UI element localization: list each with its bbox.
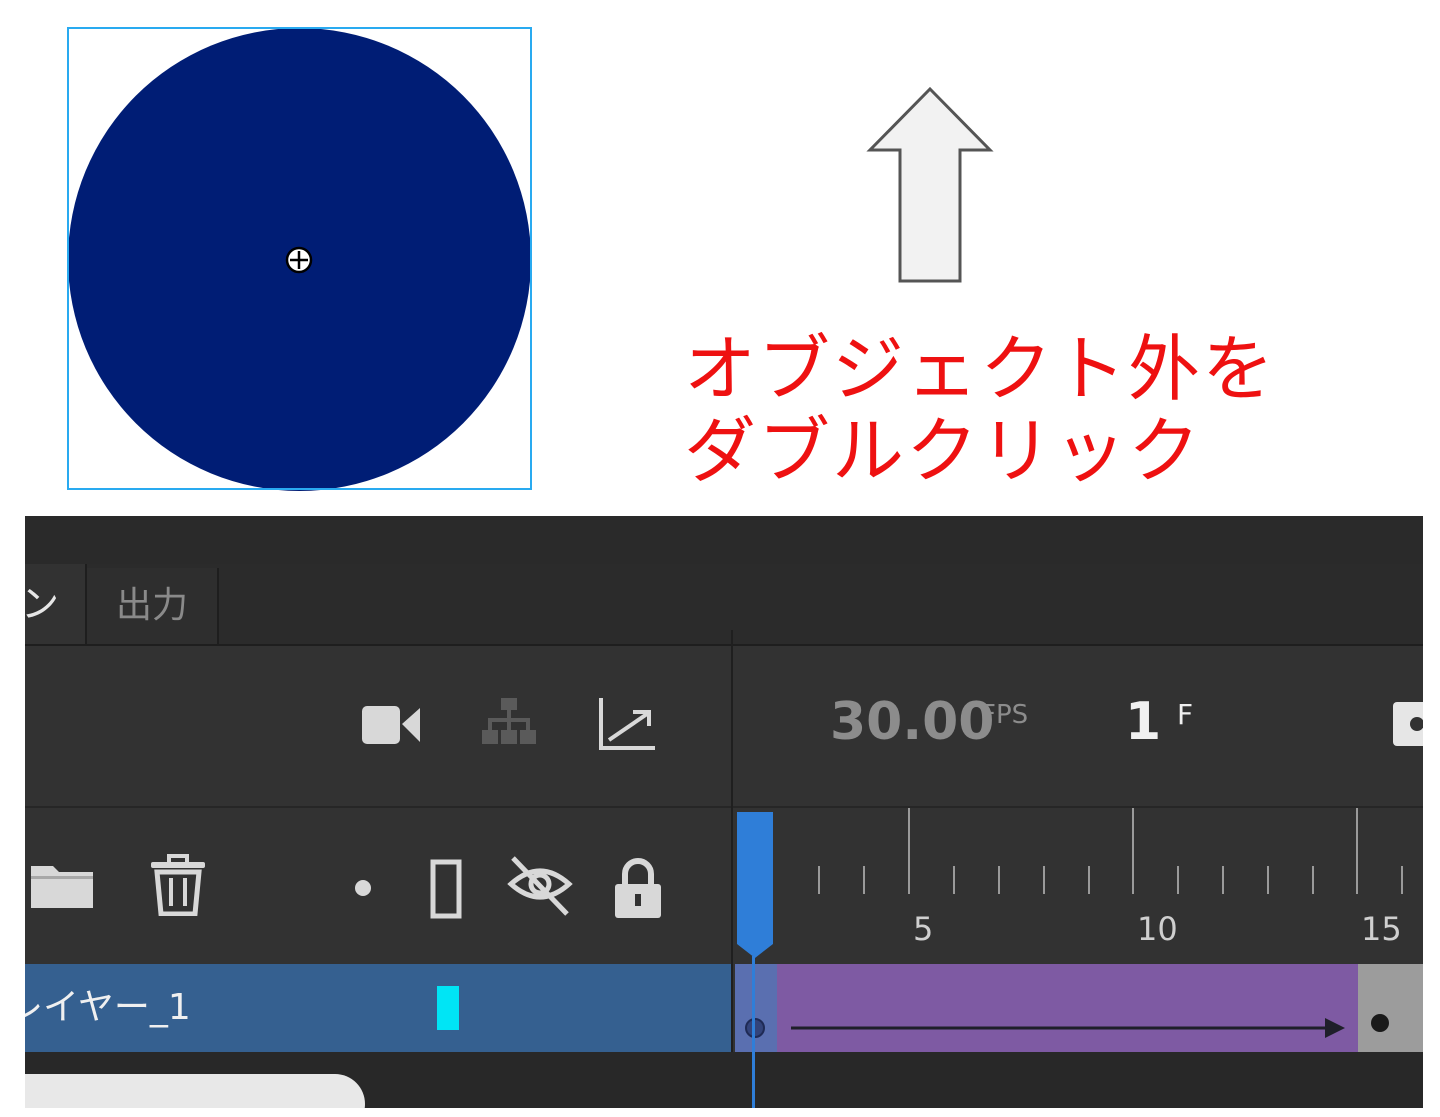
camera-icon[interactable]: [360, 702, 422, 748]
ruler-label-10: 10: [1137, 910, 1178, 948]
ruler-label-15: 15: [1361, 910, 1402, 948]
playhead-line-lower: [752, 1052, 755, 1108]
tween-arrow: [791, 1018, 1345, 1038]
outline-icon[interactable]: [429, 858, 463, 920]
keyframe-start-dot: [745, 1018, 765, 1038]
current-frame-value[interactable]: 1: [1125, 692, 1161, 752]
tab-timeline[interactable]: ン: [25, 564, 87, 644]
ruler-ticks: [818, 808, 1403, 894]
lock-icon[interactable]: [613, 856, 663, 920]
frame-options-dot: [1410, 717, 1423, 731]
folder-icon[interactable]: [29, 860, 95, 910]
instruction-line-2: ダブルクリック: [684, 409, 1203, 493]
graph-icon[interactable]: [597, 696, 657, 752]
playhead-handle[interactable]: [735, 810, 775, 960]
keyframe-15[interactable]: [1358, 964, 1423, 1052]
highlight-dot-icon[interactable]: [351, 876, 375, 900]
instruction-line-1: オブジェクト外を: [684, 327, 1277, 411]
visibility-icon[interactable]: [507, 854, 573, 918]
fps-unit: FPS: [981, 700, 1029, 730]
bottom-scroll-area: [25, 1074, 365, 1108]
keyframe-1[interactable]: [735, 964, 777, 1052]
fps-value[interactable]: 30.00: [830, 692, 994, 752]
layer-color-indicator[interactable]: [437, 986, 459, 1030]
panel-top-bar: [25, 516, 1423, 564]
layer-name[interactable]: レイヤー_1: [25, 964, 191, 1052]
frame-unit: F: [1177, 698, 1194, 731]
panel-tab-strip: ン 出力: [25, 564, 1423, 646]
up-arrow-icon: [866, 86, 994, 283]
trash-icon[interactable]: [149, 854, 207, 916]
instruction-text: オブジェクト外を ダブルクリック: [684, 328, 1276, 492]
registration-point-icon: [285, 246, 313, 274]
timeline-panel: ン 出力 レイヤー_1 30.00 FPS 1 F 5 10 15: [25, 516, 1423, 1108]
ruler-label-5: 5: [913, 910, 934, 948]
layer-parenting-icon[interactable]: [480, 696, 538, 748]
tab-output[interactable]: 出力: [87, 568, 219, 644]
keyframe-end-dot: [1371, 1014, 1389, 1032]
